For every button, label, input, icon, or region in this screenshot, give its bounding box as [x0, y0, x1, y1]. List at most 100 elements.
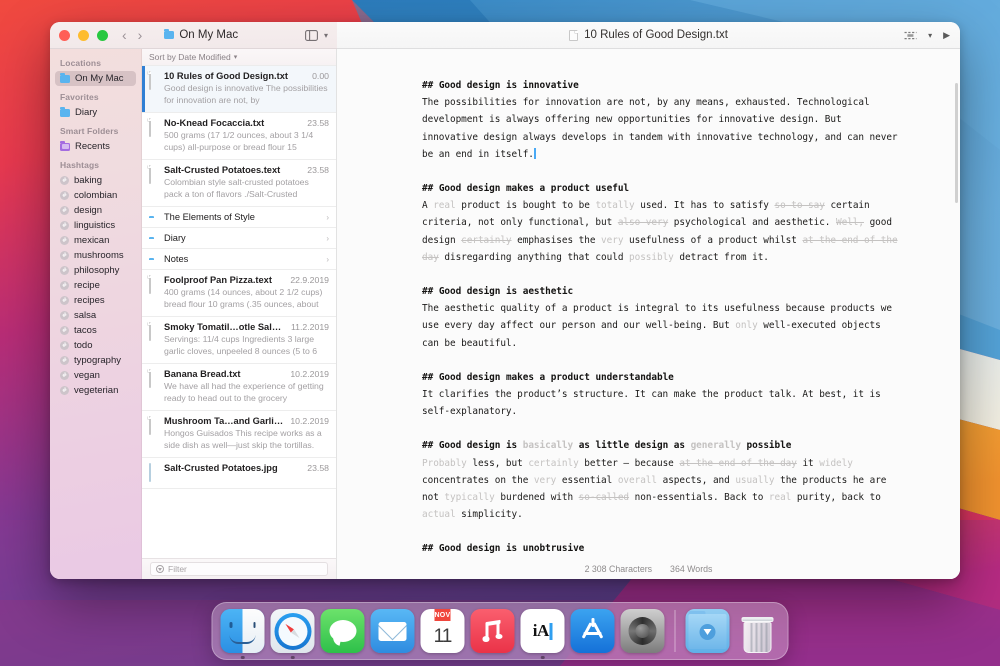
- close-button[interactable]: [59, 29, 70, 41]
- sidebar-item-recipe[interactable]: # recipe: [55, 278, 136, 293]
- file-icon-wrap: [149, 369, 159, 404]
- file-list-row[interactable]: Salt-Crusted Potatoes.jpg 23.58: [142, 458, 336, 489]
- image-icon: [149, 463, 151, 482]
- minimize-button[interactable]: [78, 29, 89, 41]
- sidebar-item-salsa[interactable]: # salsa: [55, 308, 136, 323]
- text-run: emphasises the: [511, 234, 602, 246]
- sidebar-toggle-icon[interactable]: [305, 29, 318, 41]
- dock-item-messages[interactable]: [320, 609, 365, 653]
- calendar-icon[interactable]: NOV 11: [420, 609, 465, 653]
- music-icon[interactable]: [470, 609, 515, 653]
- back-icon[interactable]: ‹: [122, 28, 127, 42]
- sidebar-item-tacos[interactable]: # tacos: [55, 323, 136, 338]
- safari-icon[interactable]: [270, 609, 315, 653]
- filter-input[interactable]: Filter: [150, 562, 328, 576]
- downloads-folder-icon[interactable]: [685, 609, 730, 653]
- sidebar-item-philosophy[interactable]: # philosophy: [55, 263, 136, 278]
- file-list-folder-row[interactable]: The Elements of Style ›: [142, 207, 336, 228]
- sidebar-item-on-my-mac[interactable]: On My Mac: [55, 71, 136, 86]
- sidebar-item-colombian[interactable]: # colombian: [55, 188, 136, 203]
- text-run: it: [796, 457, 820, 469]
- file-list[interactable]: 10 Rules of Good Design.txt 0.00 Good desi…: [142, 66, 336, 558]
- text-run: The possibilities for innovation are not…: [422, 97, 898, 160]
- editor-scrollbar[interactable]: [955, 83, 958, 203]
- text-run-deemphasised: certainly: [461, 234, 512, 246]
- sort-control[interactable]: Sort by Date Modified ▾: [142, 49, 336, 66]
- sidebar-item-label: vegan: [74, 370, 100, 381]
- chevron-down-icon[interactable]: ▾: [928, 31, 932, 40]
- sidebar-item-baking[interactable]: # baking: [55, 173, 136, 188]
- chevron-down-icon[interactable]: ▾: [234, 53, 238, 61]
- dock-item-downloads[interactable]: [685, 609, 730, 653]
- sidebar-section-header: Hashtags: [60, 160, 100, 170]
- preview-play-icon[interactable]: ▶: [943, 30, 950, 41]
- sidebar-item-vegan[interactable]: # vegan: [55, 368, 136, 383]
- mail-icon[interactable]: [370, 609, 415, 653]
- traffic-lights[interactable]: [59, 29, 108, 41]
- file-list-pane: Sort by Date Modified ▾ 10 Rules of Good…: [142, 49, 337, 579]
- dock-item-mail[interactable]: [370, 609, 415, 653]
- sidebar-item-design[interactable]: # design: [55, 203, 136, 218]
- file-preview-text: Good design is innovative The possibilit…: [164, 83, 328, 105]
- file-list-folder-row[interactable]: Diary ›: [142, 228, 336, 249]
- messages-icon[interactable]: [320, 609, 365, 653]
- editor-scroll-area[interactable]: ## Good design is innovative The possibil…: [337, 49, 960, 559]
- folder-icon: [60, 72, 70, 83]
- editor-content[interactable]: ## Good design is innovative The possibil…: [422, 77, 898, 558]
- file-name: Foolproof Pan Pizza.text: [164, 275, 272, 285]
- file-list-row[interactable]: Salt-Crusted Potatoes.text 23.58 Colombian…: [142, 160, 336, 207]
- titlebar-view-controls[interactable]: ▾: [305, 29, 337, 41]
- editor-toolbar[interactable]: ▾ ▶: [904, 22, 950, 48]
- chevron-right-icon[interactable]: ›: [326, 234, 329, 243]
- sidebar-item-label: On My Mac: [75, 73, 124, 84]
- file-preview-text: Colombian style salt-crusted potatoes pa…: [164, 177, 309, 199]
- maximize-button[interactable]: [97, 29, 108, 41]
- system-preferences-icon[interactable]: [620, 609, 665, 653]
- app-store-icon[interactable]: [570, 609, 615, 653]
- sidebar-item-linguistics[interactable]: # linguistics: [55, 218, 136, 233]
- text-run-deemphasised: Well,: [836, 217, 864, 229]
- format-stepper-icon[interactable]: [904, 31, 917, 40]
- library-location[interactable]: On My Mac: [164, 29, 238, 41]
- dock-item-system-preferences[interactable]: [620, 609, 665, 653]
- sidebar-item-todo[interactable]: # todo: [55, 338, 136, 353]
- chevron-right-icon[interactable]: ›: [326, 255, 329, 264]
- text-editor-pane[interactable]: ## Good design is innovative The possibil…: [337, 49, 960, 579]
- dock-item-safari[interactable]: [270, 609, 315, 659]
- dock-item-calendar[interactable]: NOV 11: [420, 609, 465, 653]
- sidebar-item-diary[interactable]: Diary: [55, 105, 136, 120]
- sidebar-item-mexican[interactable]: # mexican: [55, 233, 136, 248]
- markdown-heading: ## Good design is unobtrusive: [422, 540, 898, 557]
- file-list-row[interactable]: Smoky Tomatil…otle Salsa.text 11.2.2019 Se…: [142, 317, 336, 364]
- finder-icon[interactable]: [220, 609, 265, 653]
- chevron-down-icon[interactable]: ▾: [324, 31, 328, 40]
- dock-item-trash[interactable]: [736, 609, 780, 653]
- sidebar-item-recipes[interactable]: # recipes: [55, 293, 136, 308]
- file-list-row[interactable]: Banana Bread.txt 10.2.2019 We have all had…: [142, 364, 336, 411]
- sidebar-item-typography[interactable]: # typography: [55, 353, 136, 368]
- file-preview-text: Servings: 11/4 cups Ingredients 3 large …: [164, 334, 318, 356]
- text-run-deemphasised: only: [735, 320, 758, 332]
- file-list-folder-row[interactable]: Notes ›: [142, 249, 336, 270]
- trash-icon[interactable]: [736, 609, 780, 653]
- file-list-row[interactable]: 10 Rules of Good Design.txt 0.00 Good desi…: [142, 66, 336, 113]
- dock-item-app-store[interactable]: [570, 609, 615, 653]
- heading-hash-marks: ##: [422, 371, 434, 383]
- hashtag-icon: #: [60, 266, 69, 275]
- file-list-row[interactable]: No-Knead Focaccia.txt 23.58 500 grams (17 …: [142, 113, 336, 160]
- file-list-row[interactable]: Mushroom Ta…and Garlic.text 10.2.2019 Hong…: [142, 411, 336, 458]
- dock-item-music[interactable]: [470, 609, 515, 653]
- ia-writer-icon[interactable]: iA: [520, 609, 565, 653]
- hashtag-icon: #: [60, 206, 69, 215]
- sidebar-item-mushrooms[interactable]: # mushrooms: [55, 248, 136, 263]
- chevron-right-icon[interactable]: ›: [326, 213, 329, 222]
- sidebar-item-recents[interactable]: Recents: [55, 139, 136, 154]
- text-run-deemphasised: so-called: [578, 492, 630, 504]
- file-list-row[interactable]: Foolproof Pan Pizza.text 22.9.2019 400 gra…: [142, 270, 336, 317]
- library-location-label: On My Mac: [179, 29, 239, 41]
- dock-item-finder[interactable]: [220, 609, 265, 659]
- navigation-arrows[interactable]: ‹ ›: [122, 28, 142, 42]
- sidebar-item-vegeterian[interactable]: # vegeterian: [55, 383, 136, 398]
- forward-icon[interactable]: ›: [138, 28, 143, 42]
- dock-item-ia-writer[interactable]: iA: [520, 609, 565, 659]
